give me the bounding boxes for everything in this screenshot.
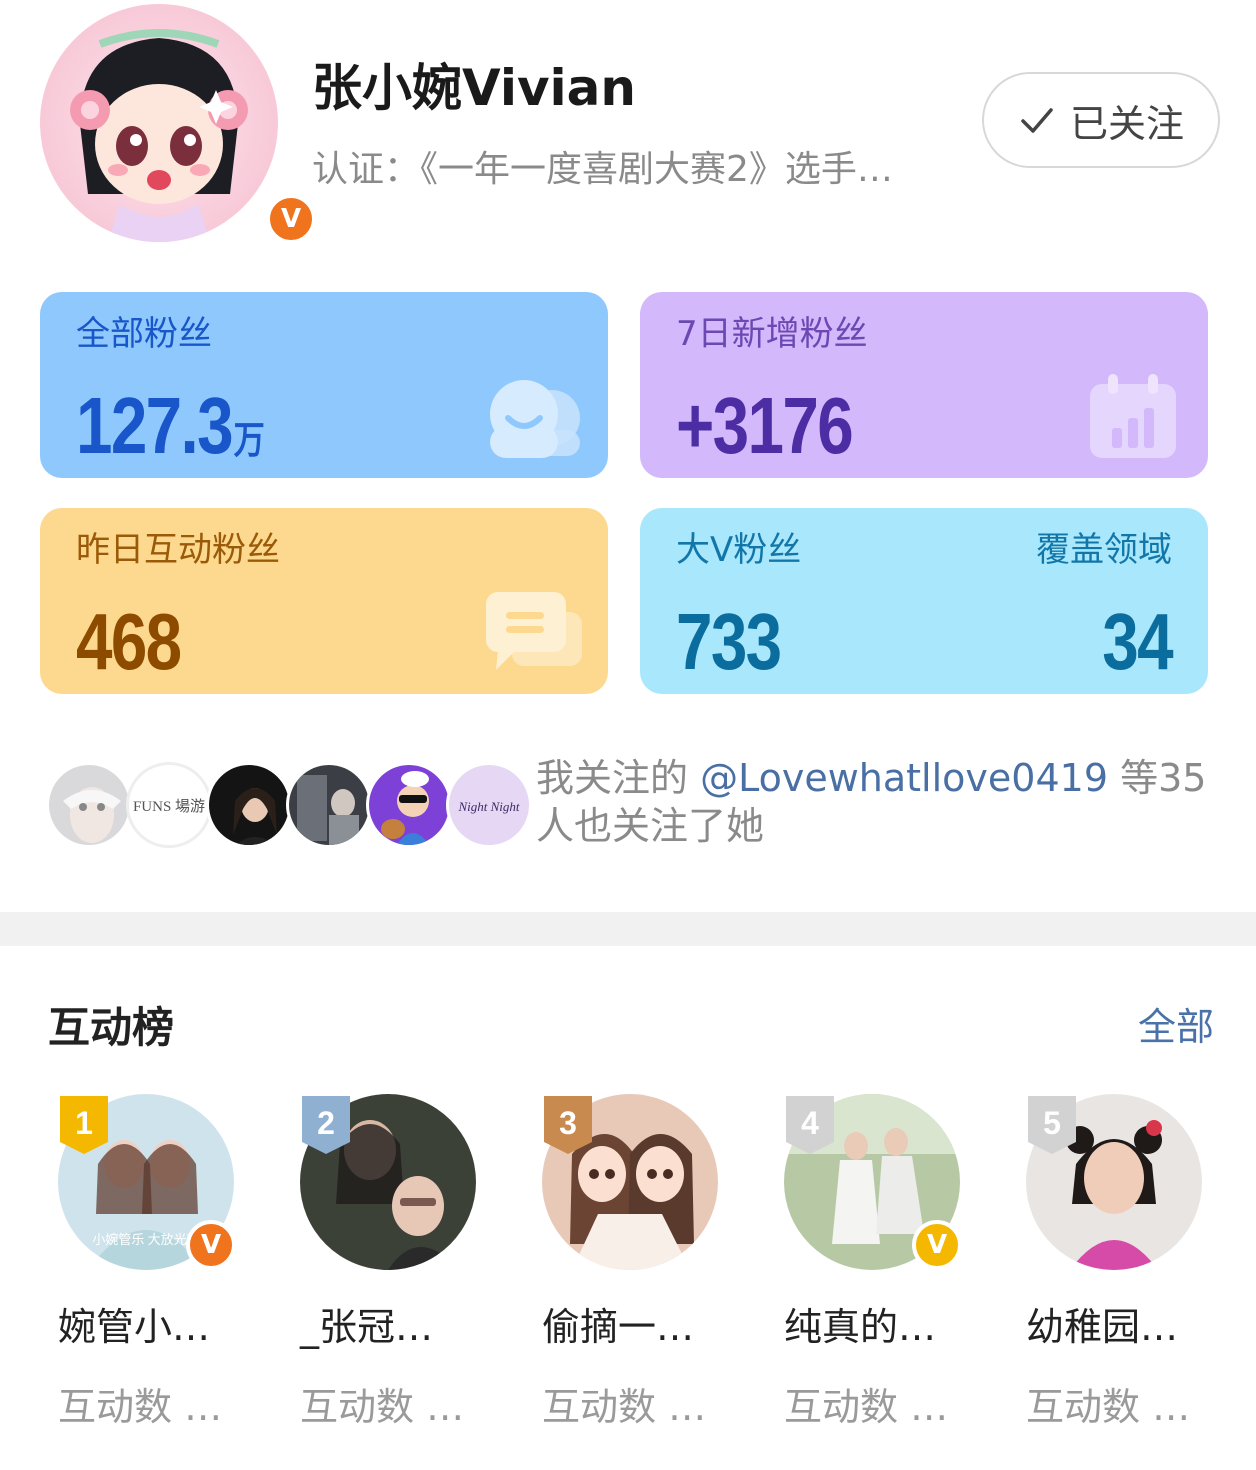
- rank-medal-icon: 1: [60, 1096, 108, 1154]
- chat-bubble-icon: [486, 592, 582, 670]
- rank-medal-icon: 4: [786, 1096, 834, 1154]
- ranking-item[interactable]: 4 V 纯真的… 互动数 …: [784, 1094, 984, 1434]
- ranking-item[interactable]: 5 幼稚园… 互动数 …: [1026, 1094, 1226, 1434]
- new-fans-card[interactable]: 7日新增粉丝 +3176: [640, 292, 1208, 478]
- calendar-chart-icon: [1090, 374, 1176, 458]
- mutual-prefix: 我关注的: [536, 756, 701, 800]
- mutual-avatar[interactable]: [366, 762, 452, 848]
- fans-icon: [490, 380, 580, 458]
- new-fans-value: +3176: [676, 381, 854, 470]
- ranking-count: 互动数 …: [58, 1385, 223, 1429]
- rank-number: 5: [1043, 1105, 1061, 1141]
- mutual-user-link[interactable]: @Lovewhatllove0419: [700, 756, 1108, 800]
- coverage-domain-label: 覆盖领域: [1036, 530, 1172, 570]
- rank-number: 1: [75, 1105, 93, 1141]
- ranking-name: _张冠…: [300, 1305, 434, 1349]
- rank-number: 2: [317, 1105, 335, 1141]
- ranking-count: 互动数 …: [784, 1385, 949, 1429]
- ranking-count: 互动数 …: [542, 1385, 707, 1429]
- ranking-title: 互动榜: [48, 1003, 175, 1052]
- mutual-avatar-logo-text: Night Night: [457, 799, 519, 814]
- mutual-avatar-logo-text: FUNS 場游: [133, 798, 205, 815]
- v-verified-icon: V: [912, 1220, 962, 1270]
- interactive-fans-value: 468: [76, 597, 182, 686]
- rank-number: 3: [559, 1105, 577, 1141]
- mutual-avatar[interactable]: [206, 762, 292, 848]
- big-v-fans-card[interactable]: 大V粉丝 覆盖领域 733 34: [640, 508, 1208, 694]
- all-fans-card[interactable]: 全部粉丝 127.3万: [40, 292, 608, 478]
- new-fans-label: 7日新增粉丝: [676, 314, 868, 354]
- mutual-avatar[interactable]: [46, 762, 132, 848]
- ranking-avatar-caption: 小婉管乐 大放光彩: [92, 1232, 199, 1247]
- ranking-all-link[interactable]: 全部: [1138, 996, 1214, 1051]
- section-divider: [0, 912, 1256, 946]
- all-fans-label: 全部粉丝: [76, 314, 212, 354]
- all-fans-value: 127.3万: [76, 381, 265, 470]
- ranking-item[interactable]: 小婉管乐 大放光彩 1 V 婉管小… 互动数 …: [58, 1094, 258, 1434]
- mutual-avatar-stack[interactable]: FUNS 場游 Night Night: [46, 762, 536, 848]
- mutual-avatar[interactable]: FUNS 場游: [126, 762, 212, 848]
- verification-text[interactable]: 认证：《一年一度喜剧大赛2》选手…: [312, 140, 984, 192]
- ranking-name: 婉管小…: [58, 1305, 211, 1349]
- rank-medal-icon: 5: [1028, 1096, 1076, 1154]
- profile-name: 张小婉Vivian: [312, 59, 637, 117]
- v-verified-icon: V: [186, 1220, 236, 1270]
- mutual-avatar[interactable]: Night Night: [446, 762, 532, 848]
- avatar[interactable]: [40, 4, 278, 242]
- v-verified-icon: V: [266, 194, 316, 244]
- follow-button-label: 已关注: [1069, 101, 1184, 146]
- follow-button[interactable]: 已关注: [982, 72, 1220, 168]
- check-icon: [1021, 108, 1053, 133]
- coverage-domain-value: 34: [1102, 597, 1173, 686]
- interactive-fans-label: 昨日互动粉丝: [76, 530, 280, 570]
- ranking-count: 互动数 …: [1026, 1385, 1191, 1429]
- all-fans-unit: 万: [233, 420, 265, 462]
- mutual-avatar[interactable]: [286, 762, 372, 848]
- ranking-count: 互动数 …: [300, 1385, 465, 1429]
- ranking-item[interactable]: 3 偷摘一… 互动数 …: [542, 1094, 742, 1434]
- big-v-fans-value: 733: [676, 597, 782, 686]
- profile-avatar-wrap[interactable]: V: [40, 4, 316, 244]
- ranking-item[interactable]: 2 _张冠… 互动数 …: [300, 1094, 500, 1434]
- rank-medal-icon: 3: [544, 1096, 592, 1154]
- big-v-fans-label: 大V粉丝: [676, 530, 802, 570]
- ranking-name: 幼稚园…: [1026, 1305, 1179, 1349]
- rank-medal-icon: 2: [302, 1096, 350, 1154]
- ranking-name: 纯真的…: [784, 1305, 937, 1349]
- ranking-name: 偷摘一…: [542, 1305, 695, 1349]
- interactive-fans-card[interactable]: 昨日互动粉丝 468: [40, 508, 608, 694]
- mutual-follow-text[interactable]: 我关注的 @Lovewhatllove0419 等35人也关注了她: [536, 754, 1226, 850]
- rank-number: 4: [801, 1105, 819, 1141]
